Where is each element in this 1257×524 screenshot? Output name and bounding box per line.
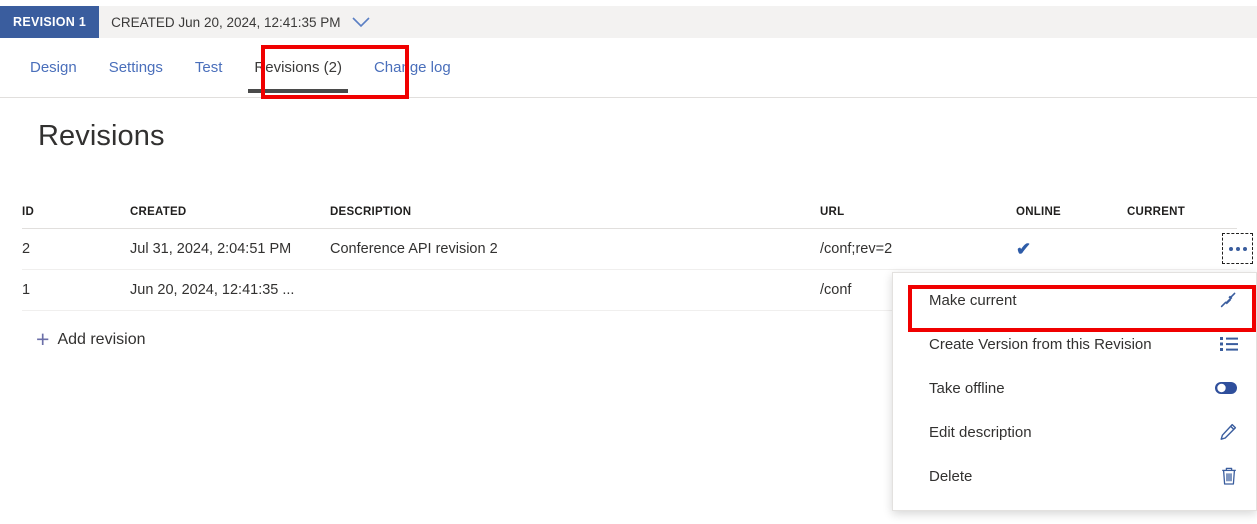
menu-item-label: Make current	[929, 292, 1214, 309]
checkmark-icon: ✔	[1016, 240, 1031, 258]
tab-settings[interactable]: Settings	[93, 38, 179, 97]
ellipsis-dot	[1229, 247, 1233, 251]
revision-created-text: CREATED Jun 20, 2024, 12:41:35 PM	[111, 15, 340, 30]
menu-item-label: Edit description	[929, 424, 1214, 441]
cell-created: Jun 20, 2024, 12:41:35 ...	[130, 282, 330, 298]
bulleted-list-icon	[1214, 336, 1238, 352]
cell-id: 1	[22, 282, 130, 298]
revision-context-menu: Make current Create Version from this Re…	[892, 272, 1257, 511]
table-header-row: ID CREATED DESCRIPTION URL ONLINE CURREN…	[22, 196, 1237, 229]
more-actions-button[interactable]	[1222, 233, 1253, 264]
menu-item-label: Create Version from this Revision	[929, 336, 1214, 353]
page-title: Revisions	[38, 120, 165, 153]
tab-design[interactable]: Design	[14, 38, 93, 97]
tab-label: Settings	[109, 59, 163, 76]
cell-online: ✔	[1016, 240, 1127, 259]
add-revision-button[interactable]: + Add revision	[36, 328, 145, 351]
menu-item-take-offline[interactable]: Take offline	[893, 366, 1256, 410]
revision-badge: REVISION 1	[0, 6, 99, 38]
cell-id: 2	[22, 241, 130, 257]
column-header-current: CURRENT	[1127, 206, 1237, 218]
table-row[interactable]: 2 Jul 31, 2024, 2:04:51 PM Conference AP…	[22, 229, 1237, 270]
tab-label: Test	[195, 59, 223, 76]
plus-icon: +	[36, 328, 49, 351]
tab-test[interactable]: Test	[179, 38, 239, 97]
tab-change-log[interactable]: Change log	[358, 38, 467, 97]
column-header-url: URL	[820, 206, 1016, 218]
ellipsis-dot	[1236, 247, 1240, 251]
tab-label: Design	[30, 59, 77, 76]
menu-item-make-current[interactable]: Make current	[893, 278, 1256, 322]
cell-description: Conference API revision 2	[330, 241, 820, 257]
toggle-switch-icon	[1214, 381, 1238, 395]
cell-created: Jul 31, 2024, 2:04:51 PM	[130, 241, 330, 257]
tab-label: Revisions (2)	[254, 59, 342, 76]
pencil-icon	[1214, 422, 1238, 442]
menu-item-edit-description[interactable]: Edit description	[893, 410, 1256, 454]
chevron-down-icon[interactable]	[351, 16, 371, 28]
cell-url: /conf;rev=2	[820, 241, 1016, 257]
column-header-created: CREATED	[130, 206, 330, 218]
tab-label: Change log	[374, 59, 451, 76]
tab-bar: Design Settings Test Revisions (2) Chang…	[0, 38, 1257, 98]
column-header-online: ONLINE	[1016, 206, 1127, 218]
tab-revisions[interactable]: Revisions (2)	[238, 38, 358, 97]
revision-status-bar: REVISION 1 CREATED Jun 20, 2024, 12:41:3…	[0, 6, 1257, 38]
column-header-id: ID	[22, 206, 130, 218]
column-header-description: DESCRIPTION	[330, 206, 820, 218]
trash-icon	[1214, 466, 1238, 486]
menu-item-delete[interactable]: Delete	[893, 454, 1256, 498]
menu-item-label: Take offline	[929, 380, 1214, 397]
add-revision-label: Add revision	[57, 331, 145, 349]
menu-item-create-version[interactable]: Create Version from this Revision	[893, 322, 1256, 366]
plug-icon	[1214, 290, 1238, 310]
ellipsis-dot	[1243, 247, 1247, 251]
menu-item-label: Delete	[929, 468, 1214, 485]
